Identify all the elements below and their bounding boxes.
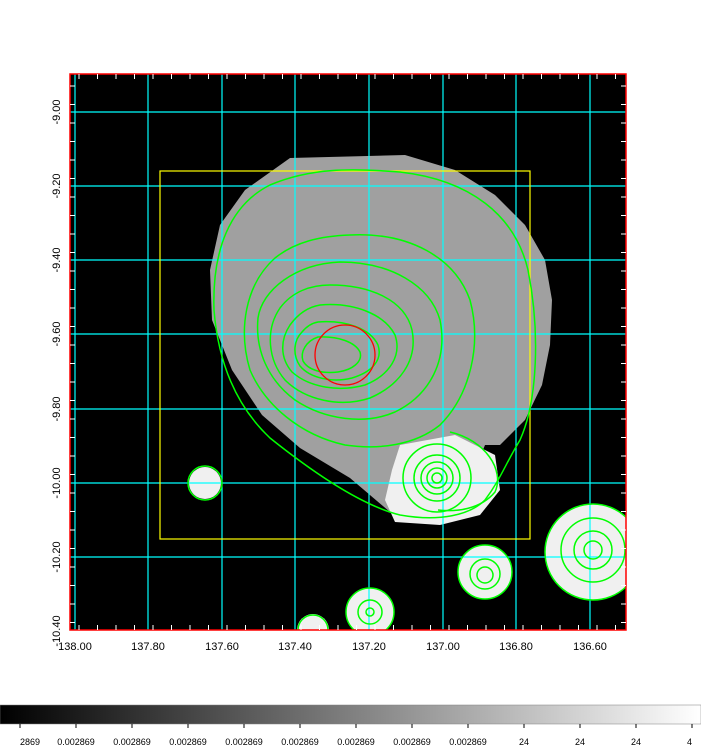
colorbar-label: 2869 (20, 737, 40, 747)
x-tick-label: 137.00 (426, 641, 460, 653)
x-tick-label: 138.00 (58, 641, 92, 653)
y-axis-labels: -9.00 -9.20 -9.40 -9.60 -9.80 -10.00 -10.20 -10… (51, 99, 63, 646)
y-tick-label: -9.40 (51, 247, 63, 272)
x-tick-label: 137.40 (278, 641, 312, 653)
x-tick-label: 136.80 (499, 641, 533, 653)
colorbar-label: 24 (519, 737, 529, 747)
y-tick-label: -9.60 (51, 321, 63, 346)
colorbar (0, 704, 701, 725)
x-axis-labels: 138.00 137.80 137.60 137.40 137.20 137.00 136.… (58, 641, 607, 653)
colorbar-label: 0.002869 (57, 737, 95, 747)
y-tick-label: -9.00 (51, 99, 63, 124)
y-tick-label: -10.20 (51, 541, 63, 572)
colorbar-label: 24 (631, 737, 641, 747)
colorbar-label: 0.002869 (337, 737, 375, 747)
colorbar-label: 0.002869 (113, 737, 151, 747)
x-tick-label: 137.80 (131, 641, 165, 653)
x-tick-label: 136.60 (573, 641, 607, 653)
colorbar-label: 4 (687, 737, 692, 747)
colorbar-label: 0.002869 (393, 737, 431, 747)
colorbar-label: 0.002869 (225, 737, 263, 747)
colorbar-label: 0.002869 (169, 737, 207, 747)
y-tick-label: -9.80 (51, 396, 63, 421)
x-tick-label: 137.60 (205, 641, 239, 653)
x-tick-label: 137.20 (352, 641, 386, 653)
colorbar-labels: 2869 0.002869 0.002869 0.002869 0.002869 0.00… (20, 737, 692, 747)
colorbar-label: 24 (575, 737, 585, 747)
colorbar-label: 0.002869 (281, 737, 319, 747)
colorbar-ticks (19, 724, 693, 728)
sky-image-view[interactable]: 138.00 137.80 137.60 137.40 137.20 137.00 136.… (0, 0, 701, 748)
y-tick-label: -10.40 (51, 615, 63, 646)
y-tick-label: -9.20 (51, 173, 63, 198)
colorbar-label: 0.002869 (449, 737, 487, 747)
y-tick-label: -10.00 (51, 467, 63, 498)
